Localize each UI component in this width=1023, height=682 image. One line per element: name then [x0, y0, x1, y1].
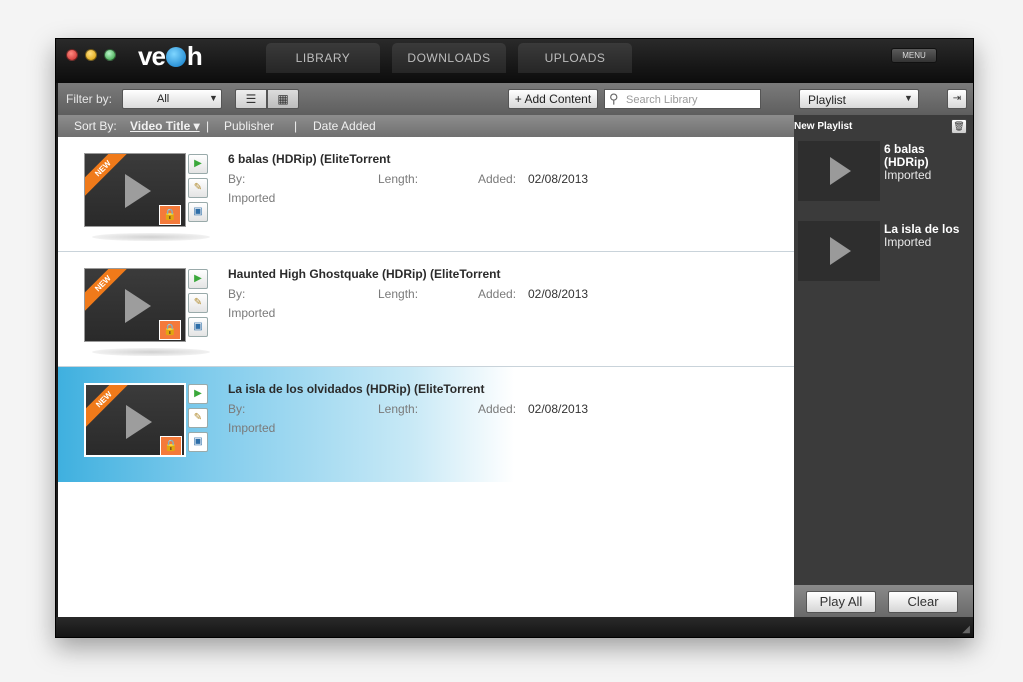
- playlist-item-status: Imported: [884, 235, 932, 249]
- filter-dropdown[interactable]: All ▼: [122, 89, 222, 109]
- play-icon: [830, 157, 851, 185]
- added-date: 02/08/2013: [528, 287, 589, 301]
- video-thumbnail[interactable]: NEW 🔒: [84, 268, 186, 342]
- playlist-panel: New Playlist 🗑 6 balas (HDRip) Imported L…: [794, 115, 973, 585]
- sort-date-added[interactable]: Date Added: [313, 119, 376, 133]
- by-label: By:: [228, 402, 246, 416]
- video-title[interactable]: La isla de los olvidados (HDRip) (EliteT…: [228, 382, 484, 396]
- logo-circle-icon: [165, 47, 186, 67]
- play-all-button[interactable]: Play All: [806, 591, 876, 613]
- grid-view-button[interactable]: ▦: [267, 89, 299, 109]
- playlist-footer: Play All Clear: [794, 585, 973, 617]
- title-bar: ve h LIBRARY DOWNLOADS UPLOADS MENU: [56, 39, 973, 83]
- length-label: Length:: [378, 402, 419, 416]
- lock-icon: 🔒: [160, 436, 182, 455]
- play-icon: [125, 174, 151, 208]
- playlist-item[interactable]: 6 balas (HDRip) Imported: [798, 141, 968, 205]
- length-label: Length:: [378, 287, 419, 301]
- play-icon: [126, 405, 152, 439]
- add-content-button[interactable]: + Add Content: [508, 89, 598, 109]
- video-status: Imported: [228, 306, 276, 320]
- playlist-item-title: La isla de los Imported: [884, 222, 960, 249]
- added-date: 02/08/2013: [528, 172, 589, 186]
- by-label: By:: [228, 287, 246, 301]
- added-label: Added:: [478, 287, 517, 301]
- list-view-button[interactable]: ☰: [235, 89, 267, 109]
- video-row[interactable]: NEW 🔒 ▶ ✎ ▣ 6 balas (HDRip) (EliteTorren…: [58, 137, 794, 252]
- video-title[interactable]: Haunted High Ghostquake (HDRip) (EliteTo…: [228, 267, 500, 281]
- playlist-thumbnail: [798, 141, 880, 201]
- added-date: 02/08/2013: [528, 402, 589, 416]
- sort-publisher[interactable]: Publisher: [224, 119, 274, 133]
- search-icon: ⚲: [609, 91, 619, 106]
- clear-button[interactable]: Clear: [888, 591, 958, 613]
- filter-value: All: [157, 93, 170, 105]
- lock-icon: 🔒: [159, 205, 181, 225]
- video-row[interactable]: NEW 🔒 ▶ ✎ ▣ Haunted High Ghostquake (HDR…: [58, 252, 794, 367]
- play-icon: [830, 237, 851, 265]
- edit-button[interactable]: ✎: [188, 178, 208, 198]
- by-label: By:: [228, 172, 246, 186]
- added-label: Added:: [478, 402, 517, 416]
- tab-library[interactable]: LIBRARY: [266, 43, 380, 73]
- status-bar: ◢: [56, 617, 973, 637]
- search-box: ⚲: [604, 89, 761, 109]
- info-button[interactable]: ▣: [188, 432, 208, 452]
- playlist-item-status: Imported: [884, 168, 932, 182]
- chevron-down-icon: ▼: [209, 93, 218, 103]
- grid-icon: ▦: [277, 92, 289, 106]
- new-playlist-label[interactable]: New Playlist: [794, 121, 852, 132]
- video-status: Imported: [228, 421, 276, 435]
- thumbnail-reflection: [92, 348, 210, 356]
- sort-separator: |: [294, 119, 298, 133]
- zoom-window-button[interactable]: [104, 49, 116, 61]
- export-icon[interactable]: ⇥: [947, 89, 967, 109]
- playlist-item-title: 6 balas (HDRip) Imported: [884, 142, 932, 182]
- play-button[interactable]: ▶: [188, 269, 208, 289]
- video-row-selected[interactable]: NEW 🔒 ▶ ✎ ▣ La isla de los olvidados (HD…: [58, 367, 794, 482]
- app-window: ve h LIBRARY DOWNLOADS UPLOADS MENU Filte…: [55, 38, 974, 638]
- video-thumbnail[interactable]: NEW 🔒: [84, 383, 186, 457]
- sort-bar: Sort By: Video Title ▾ | Publisher | Dat…: [58, 115, 794, 137]
- search-input[interactable]: [626, 92, 756, 107]
- sort-video-title[interactable]: Video Title ▾: [130, 119, 200, 133]
- video-title[interactable]: 6 balas (HDRip) (EliteTorrent: [228, 152, 390, 166]
- info-button[interactable]: ▣: [188, 317, 208, 337]
- lock-icon: 🔒: [159, 320, 181, 340]
- sort-separator: |: [206, 119, 210, 133]
- video-status: Imported: [228, 191, 276, 205]
- info-button[interactable]: ▣: [188, 202, 208, 222]
- minimize-window-button[interactable]: [85, 49, 97, 61]
- sort-by-label: Sort By:: [74, 119, 117, 133]
- playlist-dropdown[interactable]: Playlist ▼: [799, 89, 919, 109]
- resize-grip-icon[interactable]: ◢: [962, 624, 970, 635]
- tab-uploads[interactable]: UPLOADS: [518, 43, 632, 73]
- playlist-thumbnail: [798, 221, 880, 281]
- chevron-down-icon: ▼: [904, 93, 913, 103]
- playlist-item[interactable]: La isla de los Imported: [798, 221, 968, 285]
- play-button[interactable]: ▶: [188, 384, 208, 404]
- edit-button[interactable]: ✎: [188, 408, 208, 428]
- play-icon: [125, 289, 151, 323]
- thumbnail-reflection: [92, 233, 210, 241]
- added-label: Added:: [478, 172, 517, 186]
- list-icon: ☰: [245, 92, 257, 106]
- length-label: Length:: [378, 172, 419, 186]
- filter-label: Filter by:: [66, 92, 113, 106]
- video-list: NEW 🔒 ▶ ✎ ▣ 6 balas (HDRip) (EliteTorren…: [58, 137, 794, 617]
- trash-icon[interactable]: 🗑: [951, 119, 967, 134]
- close-window-button[interactable]: [66, 49, 78, 61]
- menu-button[interactable]: MENU: [891, 48, 937, 63]
- play-button[interactable]: ▶: [188, 154, 208, 174]
- video-thumbnail[interactable]: NEW 🔒: [84, 153, 186, 227]
- edit-button[interactable]: ✎: [188, 293, 208, 313]
- tab-downloads[interactable]: DOWNLOADS: [392, 43, 506, 73]
- veoh-logo: ve h: [138, 41, 203, 71]
- playlist-select-value: Playlist: [808, 93, 847, 107]
- library-toolbar: Filter by: All ▼ ☰ ▦ + Add Content ⚲: [58, 83, 794, 115]
- playlist-header: Playlist ▼ ⇥: [794, 83, 973, 115]
